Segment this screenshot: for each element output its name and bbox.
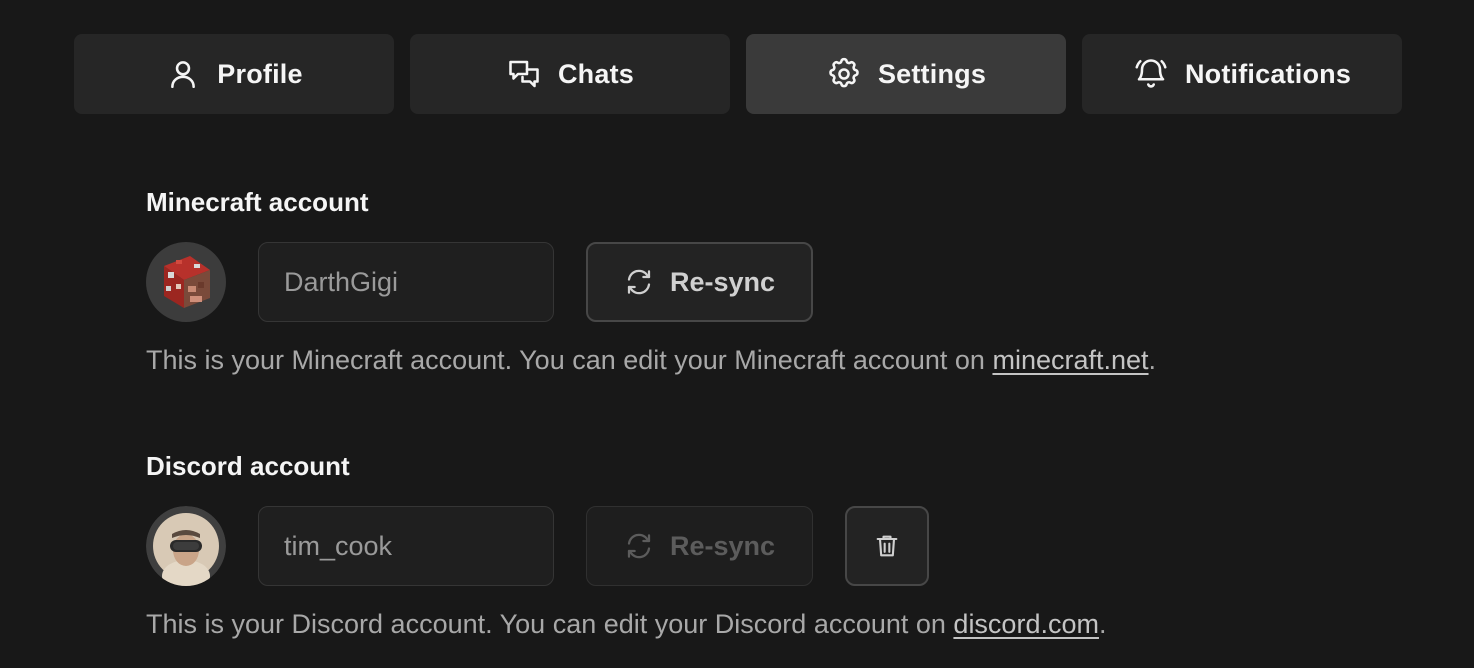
delete-discord-button[interactable] xyxy=(845,506,929,586)
discord-username-field[interactable]: tim_cook xyxy=(258,506,554,586)
bell-icon xyxy=(1133,56,1169,92)
minecraft-avatar xyxy=(146,242,226,322)
discord-avatar xyxy=(146,506,226,586)
discord-account-section: Discord account tim_cook Re-sync This is… xyxy=(146,450,1106,640)
resync-label: Re-sync xyxy=(669,530,776,561)
tab-label: Profile xyxy=(217,58,303,89)
minecraft-resync-button[interactable]: Re-sync xyxy=(586,242,813,322)
tab-chats[interactable]: Chats xyxy=(410,34,730,114)
tab-label: Chats xyxy=(557,58,634,89)
chat-bubbles-icon xyxy=(506,56,542,92)
minecraft-net-link[interactable]: minecraft.net xyxy=(992,345,1148,375)
description-text: This is your Minecraft account. You can … xyxy=(146,345,993,375)
description-text: This is your Discord account. You can ed… xyxy=(146,609,954,639)
minecraft-username-field[interactable]: DarthGigi xyxy=(258,242,554,322)
tab-notifications[interactable]: Notifications xyxy=(1082,34,1402,114)
minecraft-account-section: Minecraft account DarthGigi Re-sync This… xyxy=(146,186,1156,376)
gear-icon xyxy=(826,56,862,92)
refresh-icon xyxy=(624,531,654,561)
section-title: Discord account xyxy=(146,451,350,481)
minecraft-account-row: DarthGigi Re-sync xyxy=(146,242,1156,322)
tab-settings[interactable]: Settings xyxy=(746,34,1066,114)
discord-description: This is your Discord account. You can ed… xyxy=(146,608,1106,640)
resync-label: Re-sync xyxy=(669,266,776,297)
user-icon xyxy=(165,56,201,92)
description-suffix: . xyxy=(1098,609,1107,639)
discord-resync-button[interactable]: Re-sync xyxy=(586,506,813,586)
section-title: Minecraft account xyxy=(146,187,369,217)
discord-com-link[interactable]: discord.com xyxy=(953,609,1099,639)
minecraft-description: This is your Minecraft account. You can … xyxy=(146,344,1156,376)
discord-account-row: tim_cook Re-sync xyxy=(146,506,1106,586)
tab-label: Settings xyxy=(877,58,987,89)
tab-profile[interactable]: Profile xyxy=(74,34,394,114)
refresh-icon xyxy=(624,267,654,297)
tab-label: Notifications xyxy=(1184,58,1352,89)
description-suffix: . xyxy=(1148,345,1157,375)
trash-icon xyxy=(873,532,901,560)
tab-bar: Profile Chats Settings Notifications xyxy=(74,34,1402,114)
